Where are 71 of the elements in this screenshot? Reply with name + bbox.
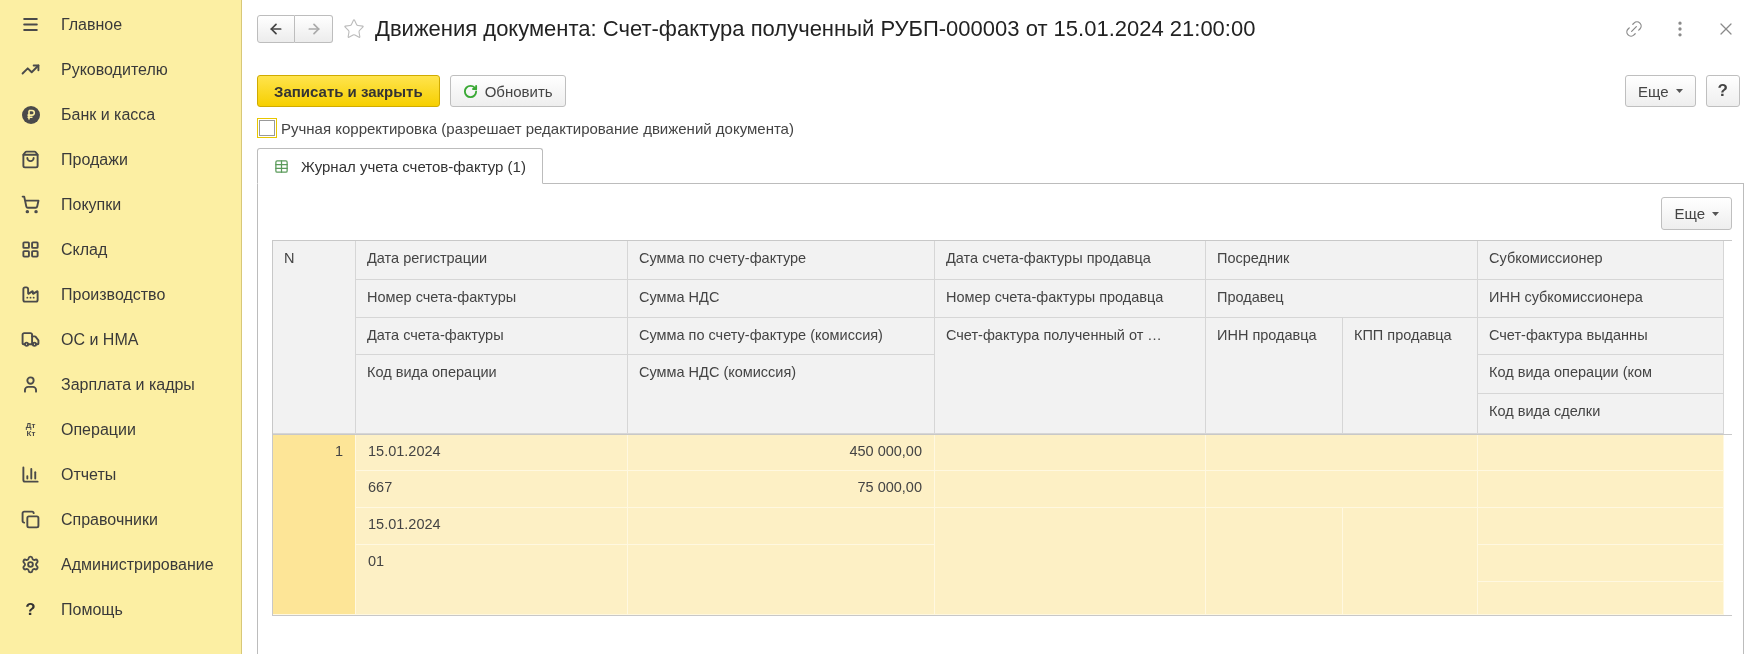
cart-icon [21,195,40,214]
row-number-cell: 1 [273,435,356,615]
table-cell: 15.01.2024 [356,435,628,471]
arrow-left-icon [268,21,284,37]
refresh-button[interactable]: Обновить [449,75,566,107]
truck-icon [21,330,40,349]
column-header: Счет-фактура полученный от … [935,318,1206,434]
debit-credit-icon: Дт Кт [25,421,36,438]
column-header: КПП продавца [1343,318,1478,434]
bar-chart-icon [21,465,40,484]
column-header: Сумма НДС (комиссия) [628,355,935,434]
table-cell: 450 000,00 [628,435,935,471]
column-header: Номер счета-фактуры [356,280,628,318]
sidebar-item[interactable]: Руководителю [0,47,241,92]
checkbox[interactable] [257,118,277,138]
grid-icon [21,240,40,259]
sidebar-item[interactable]: Отчеты [0,452,241,497]
table-cell: 15.01.2024 [356,508,628,545]
menu-icon [21,15,40,34]
column-header: Сумма НДС [628,280,935,318]
column-header: Код вида операции (ком [1478,355,1724,394]
column-header: Сумма по счету-фактуре (комиссия) [628,318,935,355]
column-header: Посредник [1206,241,1478,280]
sidebar-item[interactable]: Справочники [0,497,241,542]
help-button[interactable]: ? [1705,75,1740,107]
caret-icon [1675,89,1683,93]
column-header: Код вида операции [356,355,628,434]
sidebar-item[interactable]: Дт Кт Операции [0,407,241,452]
table-cell: 75 000,00 [628,471,935,508]
help-icon: ? [25,599,36,620]
more-button[interactable]: Еще [1625,75,1696,107]
sidebar-item[interactable]: Администрирование [0,542,241,587]
column-header: Код вида сделки [1478,394,1724,434]
column-header: Субкомиссионер [1478,241,1724,280]
column-header: ИНН продавца [1206,318,1343,434]
window-title: Движения документа: Счет-фактура полученный РУБП-000003 от 15.01.2024 21:00:00 [375,16,1256,42]
back-button[interactable] [257,15,295,43]
sidebar-item[interactable]: Склад [0,227,241,272]
caret-icon [1712,211,1719,216]
refresh-icon [462,83,478,99]
ruble-icon [21,105,40,124]
column-header: ИНН субкомиссионера [1478,280,1724,318]
table-cell: 667 [356,471,628,508]
factory-icon [21,285,40,304]
more-button[interactable]: Еще [1661,197,1732,230]
column-header: Номер счета-фактуры продавца [935,280,1206,318]
sidebar-item[interactable]: Главное [0,2,241,47]
sidebar-item[interactable]: ? Помощь [0,587,241,632]
column-header: Дата счета-фактуры [356,318,628,355]
column-header: Дата регистрации [356,241,628,280]
user-icon [21,375,40,394]
star-icon[interactable] [343,18,365,40]
sidebar-item[interactable]: Зарплата и кадры [0,362,241,407]
column-header: Дата счета-фактуры продавца [935,241,1206,280]
column-header: Счет-фактура выданны [1478,318,1724,355]
stack-icon [21,510,40,529]
column-header: Продавец [1206,280,1478,318]
column-header: N [273,241,356,434]
sidebar-item[interactable]: Производство [0,272,241,317]
sidebar-item[interactable]: Банк и касса [0,92,241,137]
bag-icon [21,150,40,169]
table-icon [274,158,289,174]
sidebar-item[interactable]: ОС и НМА [0,317,241,362]
settings-icon [21,555,40,574]
save-close-button[interactable]: Записать и закрыть [257,75,440,107]
sidebar-item[interactable]: Покупки [0,182,241,227]
sidebar-item[interactable]: Продажи [0,137,241,182]
column-header: Сумма по счету-фактуре [628,241,935,280]
tab[interactable]: Журнал учета счетов-фактур (1) [257,148,543,184]
table-cell: 01 [356,545,628,615]
checkbox-label: Ручная корректировка (разрешает редактирование движений документа) [281,119,794,137]
